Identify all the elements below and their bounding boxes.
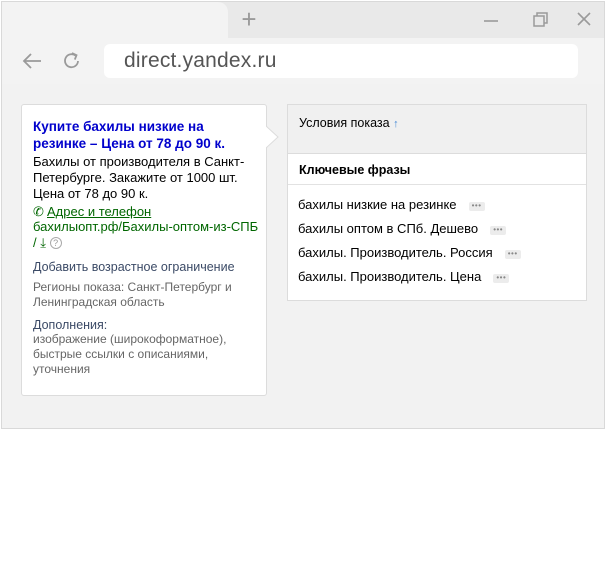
new-tab-button[interactable]: + bbox=[238, 6, 260, 32]
close-icon[interactable] bbox=[573, 10, 595, 30]
card-pointer bbox=[266, 126, 279, 148]
reload-icon[interactable] bbox=[61, 50, 83, 72]
ad-extras-label[interactable]: Дополнения: bbox=[33, 318, 107, 332]
conditions-header: Условия показа ↑ bbox=[288, 105, 586, 154]
ad-preview-card: Купите бахилы низкие на резинке – Цена о… bbox=[21, 104, 267, 396]
browser-toolbar: direct.yandex.ru bbox=[2, 38, 604, 84]
sort-arrow-icon: ↑ bbox=[393, 118, 399, 130]
browser-tab[interactable] bbox=[2, 2, 228, 38]
back-arrow-icon[interactable] bbox=[21, 50, 43, 72]
ad-title[interactable]: Купите бахилы низкие на резинке – Цена о… bbox=[33, 118, 259, 152]
keyword-item[interactable]: бахилы низкие на резинке ••• bbox=[298, 197, 578, 221]
conditions-title-text: Условия показа bbox=[299, 116, 390, 130]
age-restriction-link[interactable]: Добавить возрастное ограничение bbox=[33, 260, 235, 274]
keyword-item[interactable]: бахилы оптом в СПб. Дешево ••• bbox=[298, 221, 578, 245]
keyword-text: бахилы оптом в СПб. Дешево bbox=[298, 221, 479, 236]
keyword-list: бахилы низкие на резинке ••• бахилы оптом… bbox=[298, 197, 578, 293]
more-icon[interactable]: ••• bbox=[490, 226, 507, 235]
keyword-item[interactable]: бахилы. Производитель. Россия ••• bbox=[298, 245, 578, 269]
url-text: direct.yandex.ru bbox=[124, 49, 277, 72]
page-content: Купите бахилы низкие на резинке – Цена о… bbox=[2, 84, 604, 428]
keyword-text: бахилы. Производитель. Россия bbox=[298, 245, 493, 260]
ad-display-url[interactable]: бахилыопт.рф/Бахилы-оптом-из-СПБ / ⤓ ? bbox=[33, 219, 259, 251]
keyword-text: бахилы низкие на резинке bbox=[298, 197, 457, 212]
ad-extras: изображение (широкоформатное), быстрые с… bbox=[33, 332, 227, 376]
address-bar[interactable]: direct.yandex.ru bbox=[104, 44, 578, 78]
help-icon[interactable]: ? bbox=[49, 237, 62, 249]
minimize-icon[interactable] bbox=[480, 10, 502, 30]
more-icon[interactable]: ••• bbox=[493, 274, 510, 283]
keyword-item[interactable]: бахилы. Производитель. Цена ••• bbox=[298, 269, 578, 293]
keywords-title: Ключевые фразы bbox=[299, 163, 411, 177]
more-icon[interactable]: ••• bbox=[504, 250, 521, 259]
more-icon[interactable]: ••• bbox=[468, 202, 485, 211]
restore-icon[interactable] bbox=[529, 10, 551, 30]
ad-text: Бахилы от производителя в Санкт-Петербур… bbox=[33, 154, 245, 201]
phone-icon: ✆ bbox=[33, 204, 44, 219]
ad-regions: Регионы показа: Санкт-Петербург и Ленинг… bbox=[33, 280, 232, 309]
ad-contact-label: Адрес и телефон bbox=[47, 204, 152, 219]
keywords-header: Ключевые фразы bbox=[288, 154, 586, 185]
conditions-title[interactable]: Условия показа ↑ bbox=[299, 116, 399, 130]
browser-window: + direct.yandex.ru Купите бахилы низкие … bbox=[1, 1, 605, 429]
title-bar: + bbox=[2, 2, 604, 38]
download-icon: ⤓ bbox=[40, 235, 46, 250]
keyword-text: бахилы. Производитель. Цена bbox=[298, 269, 482, 284]
ad-url-text: бахилыопт.рф/Бахилы-оптом-из-СПБ / bbox=[33, 219, 259, 250]
ad-contact-link[interactable]: ✆ Адрес и телефон bbox=[33, 204, 151, 220]
